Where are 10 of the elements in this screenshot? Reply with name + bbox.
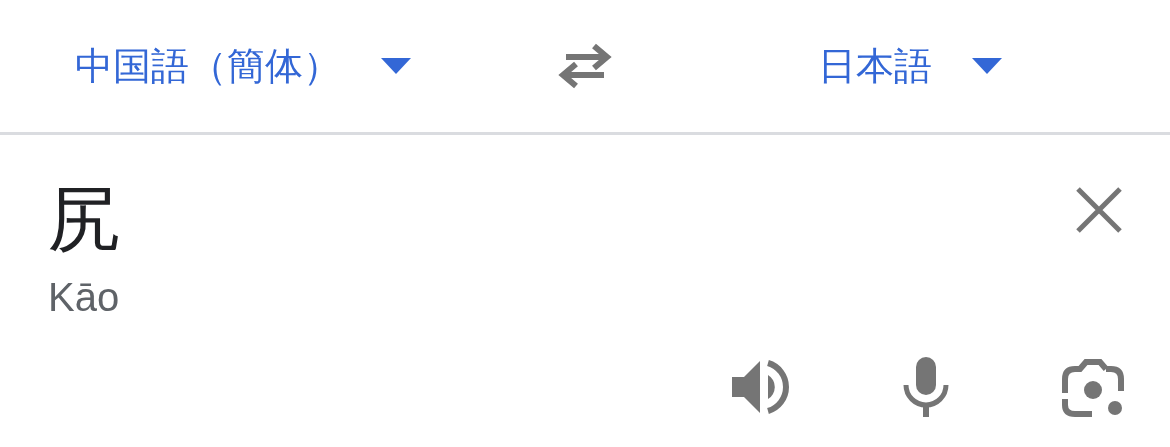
close-icon[interactable] — [1074, 185, 1124, 235]
romanization-text: Kāo — [48, 277, 120, 317]
source-language-button[interactable]: 中国語（簡体） — [75, 40, 411, 92]
camera-lens-icon[interactable] — [1062, 357, 1124, 417]
microphone-icon[interactable] — [902, 357, 950, 417]
target-language-button[interactable]: 日本語 — [818, 40, 1002, 92]
source-text: 尻 — [48, 183, 120, 255]
dropdown-caret-icon — [381, 58, 411, 74]
dropdown-caret-icon — [972, 58, 1002, 74]
speaker-icon[interactable] — [730, 357, 790, 417]
